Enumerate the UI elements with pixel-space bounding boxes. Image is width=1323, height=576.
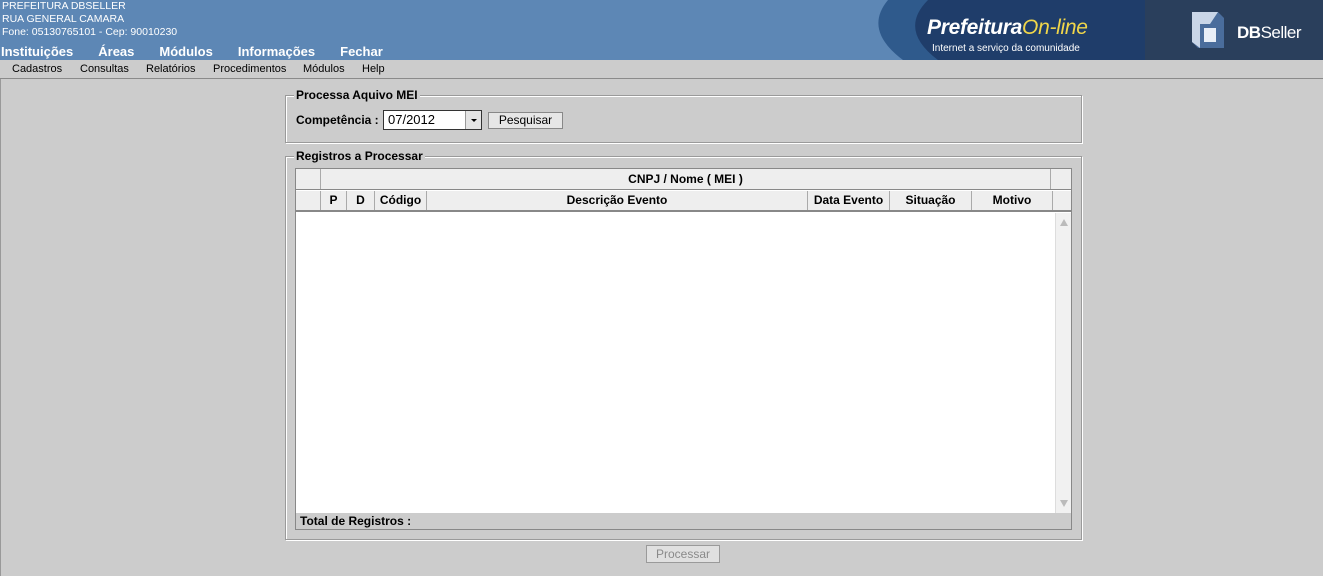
- prefeitura-tagline: Internet a serviço da comunidade: [932, 43, 1080, 54]
- processar-button[interactable]: Processar: [646, 545, 720, 563]
- col-header-codigo[interactable]: Código: [374, 191, 426, 210]
- col-header-p[interactable]: P: [320, 191, 346, 210]
- dbseller-logo: DBSeller: [1145, 0, 1323, 60]
- col-header-situacao[interactable]: Situação: [889, 191, 971, 210]
- competencia-select[interactable]: 07/2012: [383, 110, 482, 130]
- org-address: RUA GENERAL CAMARA: [2, 13, 125, 25]
- grid-scrollbar[interactable]: [1055, 213, 1071, 513]
- top-menu-fechar[interactable]: Fechar: [340, 44, 383, 59]
- chevron-down-icon[interactable]: [465, 111, 481, 129]
- processa-legend: Processa Aquivo MEI: [294, 88, 420, 102]
- brand-logo-area: PrefeituraOn-line Internet a serviço da …: [848, 0, 1323, 60]
- menu-help[interactable]: Help: [362, 63, 385, 75]
- processa-arquivo-fieldset: Processa Aquivo MEI Competência : 07/201…: [285, 88, 1082, 143]
- menu-relatorios[interactable]: Relatórios: [146, 63, 196, 75]
- org-name: PREFEITURA DBSELLER: [2, 0, 126, 12]
- org-phone: Fone: 05130765101 - Cep: 90010230: [2, 26, 178, 38]
- col-header-spacer: [1052, 191, 1071, 210]
- top-menu-modulos[interactable]: Módulos: [159, 44, 212, 59]
- col-header-data-evento[interactable]: Data Evento: [807, 191, 889, 210]
- grid-column-header: P D Código Descrição Evento Data Evento …: [296, 191, 1071, 212]
- top-menu-instituicoes[interactable]: Instituições: [1, 44, 73, 59]
- registros-fieldset: Registros a Processar CNPJ / Nome ( MEI …: [285, 149, 1082, 540]
- grid-group-header: CNPJ / Nome ( MEI ): [296, 169, 1071, 190]
- menu-bar: Cadastros Consultas Relatórios Procedime…: [0, 60, 1323, 79]
- top-menu: Instituições Áreas Módulos Informações F…: [1, 44, 408, 59]
- pesquisar-button[interactable]: Pesquisar: [488, 112, 563, 129]
- col-header-motivo[interactable]: Motivo: [971, 191, 1052, 210]
- competencia-label: Competência :: [296, 113, 379, 127]
- total-registros-label: Total de Registros :: [300, 514, 412, 528]
- prefeitura-online-logo: PrefeituraOn-line: [927, 16, 1088, 39]
- menu-modulos[interactable]: Módulos: [303, 63, 345, 75]
- competencia-value: 07/2012: [388, 112, 435, 127]
- dbseller-icon: [1192, 12, 1224, 48]
- scroll-down-icon[interactable]: [1060, 500, 1068, 507]
- top-menu-informacoes[interactable]: Informações: [238, 44, 315, 59]
- menu-cadastros[interactable]: Cadastros: [12, 63, 62, 75]
- top-menu-areas[interactable]: Áreas: [98, 44, 134, 59]
- registros-grid: CNPJ / Nome ( MEI ) P D Código Descrição…: [295, 168, 1072, 530]
- org-info: PREFEITURA DBSELLER RUA GENERAL CAMARA F…: [2, 0, 177, 39]
- col-header-d[interactable]: D: [346, 191, 374, 210]
- scroll-up-icon[interactable]: [1060, 219, 1068, 226]
- cnpj-nome-header: CNPJ / Nome ( MEI ): [320, 169, 1051, 189]
- menu-consultas[interactable]: Consultas: [80, 63, 129, 75]
- col-header-descricao[interactable]: Descrição Evento: [426, 191, 807, 210]
- header-banner: PREFEITURA DBSELLER RUA GENERAL CAMARA F…: [0, 0, 1323, 60]
- menu-procedimentos[interactable]: Procedimentos: [213, 63, 286, 75]
- left-divider: [0, 79, 1, 576]
- grid-footer: Total de Registros :: [296, 513, 1071, 529]
- registros-legend: Registros a Processar: [294, 149, 425, 163]
